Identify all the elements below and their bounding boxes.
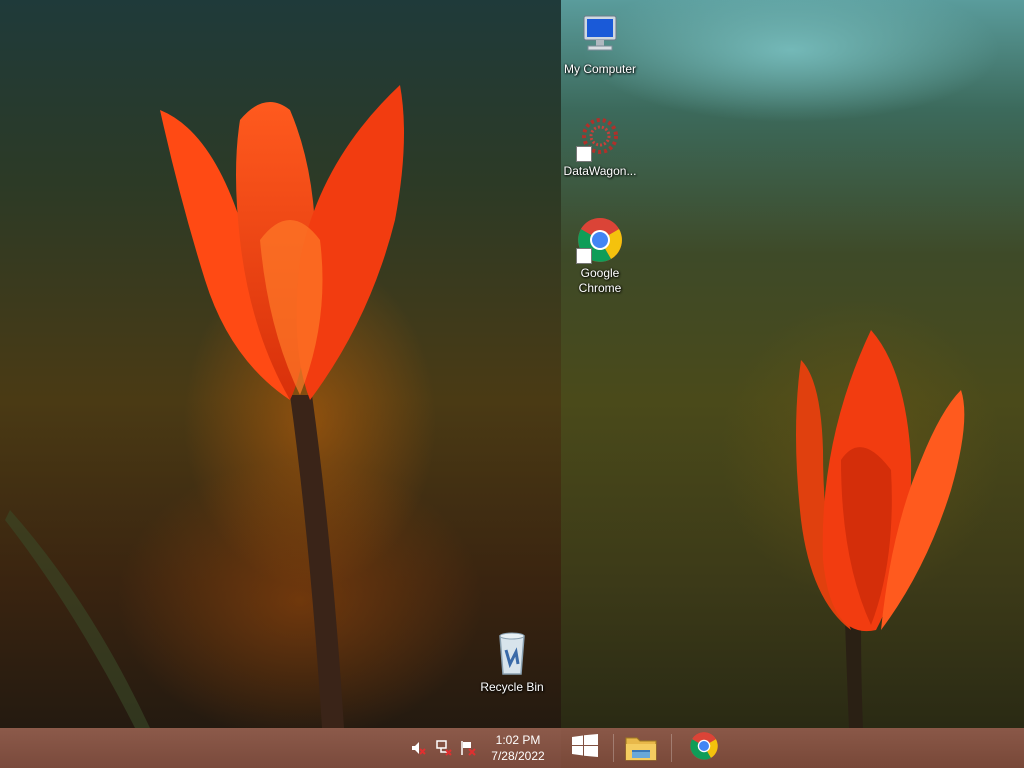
- computer-icon: [576, 12, 624, 60]
- taskbar-clock[interactable]: 1:02 PM 7/28/2022: [478, 732, 558, 764]
- desktop-right-wallpaper: My Computer DataWagon... Google Chrome: [561, 0, 1024, 728]
- taskbar-separator: [613, 734, 614, 762]
- datawagon-icon: [576, 114, 624, 162]
- taskbar-secondary: [561, 728, 1024, 768]
- chrome-taskbar-button[interactable]: [682, 728, 726, 768]
- desktop-icon-google-chrome[interactable]: Google Chrome: [561, 216, 640, 296]
- recycle-bin-icon: [488, 630, 536, 678]
- shortcut-arrow-icon: [576, 146, 592, 162]
- clock-time: 1:02 PM: [495, 733, 541, 747]
- desktop-icon-my-computer[interactable]: My Computer: [561, 12, 640, 77]
- desktop-icon-label: Recycle Bin: [480, 680, 544, 694]
- action-center-flag-icon[interactable]: [460, 740, 476, 756]
- network-icon[interactable]: [436, 740, 452, 756]
- start-button[interactable]: [563, 728, 607, 768]
- taskbar: 1:02 PM 7/28/2022: [0, 728, 1024, 768]
- tulip-wallpaper-left: [5, 85, 404, 728]
- chrome-icon: [689, 731, 719, 766]
- desktop-left-wallpaper: Recycle Bin: [0, 0, 561, 728]
- desktop-icon-label: Google Chrome: [578, 266, 622, 295]
- file-explorer-button[interactable]: [619, 728, 663, 768]
- desktop-icon-recycle-bin[interactable]: Recycle Bin: [472, 630, 552, 695]
- desktop-icon-label: DataWagon...: [563, 164, 637, 178]
- taskbar-separator: [671, 734, 672, 762]
- desktop-icon-label: My Computer: [563, 62, 637, 76]
- shortcut-arrow-icon: [576, 248, 592, 264]
- chrome-icon: [576, 216, 624, 264]
- file-explorer-icon: [624, 730, 658, 767]
- windows-start-icon: [571, 733, 599, 763]
- volume-muted-icon[interactable]: [410, 740, 426, 756]
- desktop-icon-datawagon[interactable]: DataWagon...: [561, 114, 640, 179]
- clock-date: 7/28/2022: [491, 749, 545, 763]
- tulip-wallpaper-right: [796, 330, 965, 728]
